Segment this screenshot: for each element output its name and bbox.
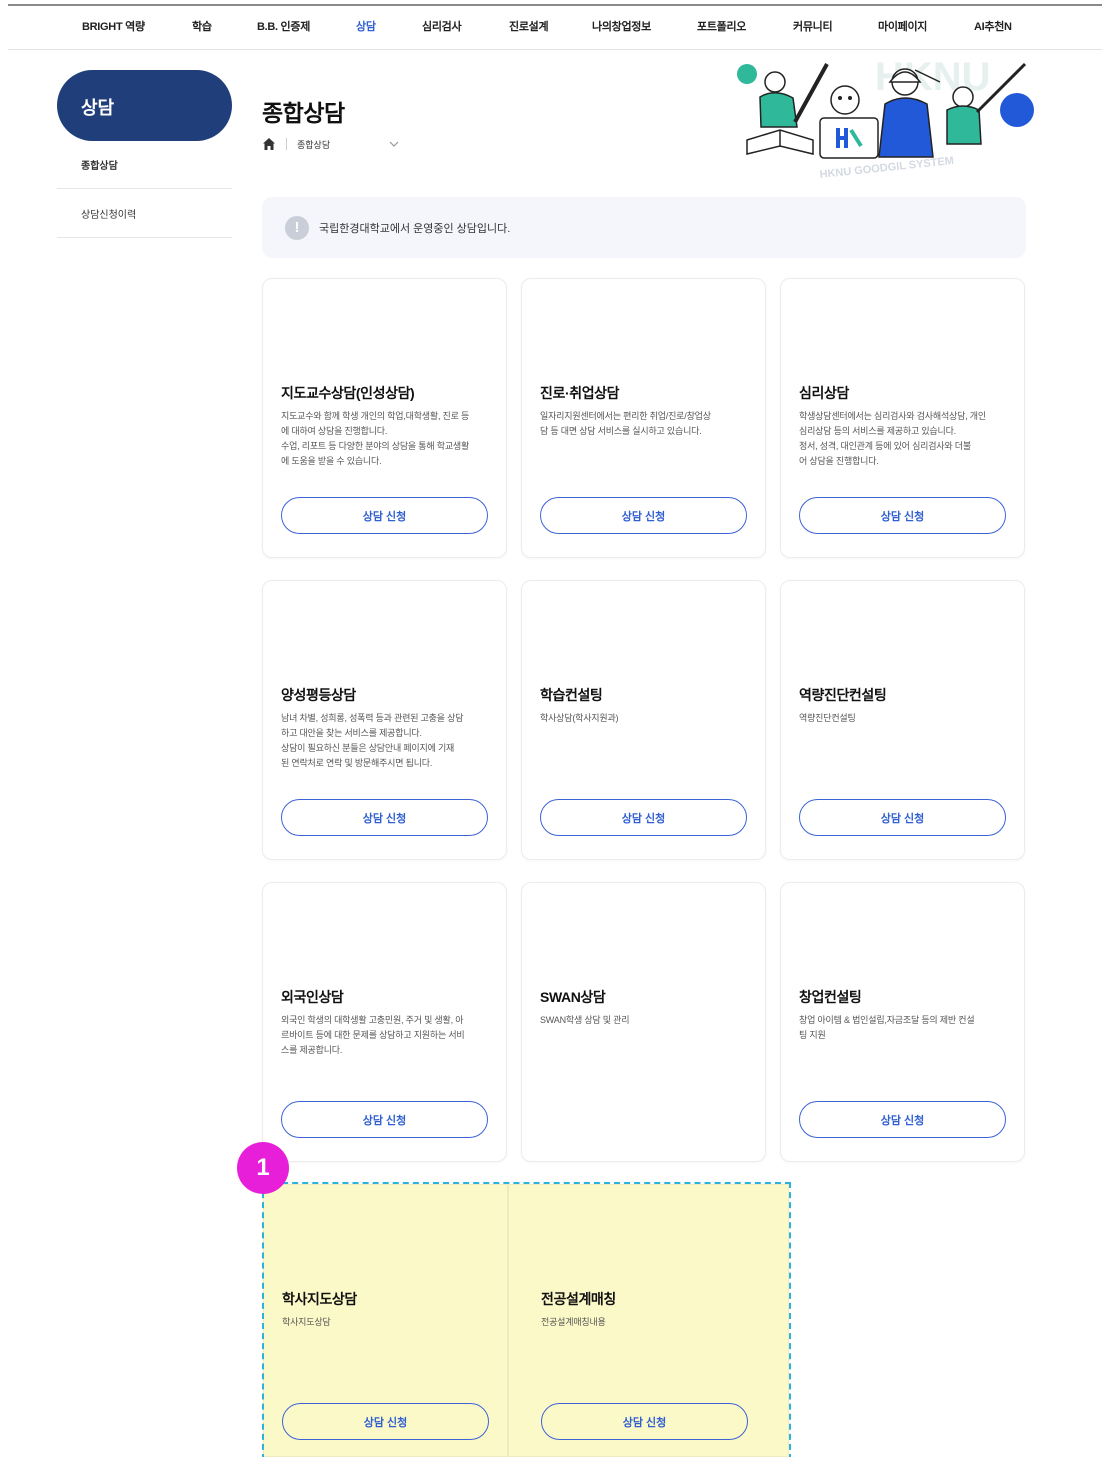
sidebar-title: 상담 <box>57 70 232 141</box>
card-title: SWAN상담 <box>540 989 606 1005</box>
nav-item-bright[interactable]: BRIGHT 역량 <box>82 18 145 34</box>
breadcrumb-current: 종합상담 <box>297 139 331 150</box>
exclamation-icon: ! <box>285 215 309 240</box>
chevron-down-icon[interactable] <box>389 140 399 148</box>
nav-item-study[interactable]: 학습 <box>192 18 212 34</box>
card-divider <box>508 1186 509 1457</box>
notice-banner: ! 국립한경대학교에서 운영중인 상담입니다. <box>262 197 1026 258</box>
nav-item-ai-recommend[interactable]: AI추천N <box>974 18 1012 34</box>
hero-illustration: HKNU HKNU GOODGIL SYSTEM <box>737 55 1034 181</box>
card-description: 학생상담센터에서는 심리검사와 검사해석상담, 개인 심리상담 등의 서비스를 … <box>799 411 986 466</box>
nav-item-psych-test[interactable]: 심리검사 <box>422 18 462 34</box>
card-advisor-counsel: 지도교수상담(인성상담) 지도교수와 함께 학생 개인의 학업,대학생활, 진로… <box>262 278 507 558</box>
card-title: 역량진단컨설팅 <box>799 687 887 703</box>
card-title: 전공설계매칭 <box>541 1291 616 1307</box>
nav-item-community[interactable]: 커뮤니티 <box>793 18 833 34</box>
home-icon[interactable] <box>262 137 276 151</box>
notice-text: 국립한경대학교에서 운영중인 상담입니다. <box>319 222 511 235</box>
card-title: 외국인상담 <box>281 989 344 1005</box>
card-description: 지도교수와 함께 학생 개인의 학업,대학생활, 진로 등 에 대하여 상담을 … <box>281 411 470 466</box>
card-description: 남녀 차별, 성희롱, 성폭력 등과 관련된 고충을 상담 하고 대안을 찾는 … <box>281 713 464 768</box>
card-description: 역량진단컨설팅 <box>799 713 856 723</box>
apply-button[interactable]: 상담 신청 <box>799 497 1006 534</box>
hero-caption: HKNU GOODGIL SYSTEM <box>819 155 954 181</box>
card-swan-counsel: SWAN상담 SWAN학생 상담 및 관리 <box>521 882 766 1162</box>
card-title: 학사지도상담 <box>282 1291 357 1307</box>
sidebar-item-general-counsel[interactable]: 종합상담 <box>57 157 232 189</box>
card-description: 학사지도상담 <box>282 1317 331 1327</box>
card-title: 진로·취업상담 <box>540 385 620 401</box>
sidebar-item-history[interactable]: 상담신청이력 <box>57 206 232 238</box>
apply-button[interactable]: 상담 신청 <box>281 497 488 534</box>
nav-item-counsel[interactable]: 상담 <box>356 18 376 34</box>
card-title: 지도교수상담(인성상담) <box>281 385 415 401</box>
apply-button[interactable]: 상담 신청 <box>282 1403 489 1440</box>
card-major-design-matching: 전공설계매칭 전공설계매칭내용 상담 신청 <box>508 1184 789 1457</box>
nav-item-portfolio[interactable]: 포트폴리오 <box>697 18 746 34</box>
annotation-marker: 1 <box>237 1142 289 1194</box>
card-foreigner-counsel: 외국인상담 외국인 학생의 대학생활 고충민원, 주거 및 생활, 아 르바이트… <box>262 882 507 1162</box>
card-description: 창업 아이템 & 법인설립,자금조달 등의 제반 컨설 팅 지원 <box>799 1015 975 1040</box>
card-career-counsel: 진로·취업상담 일자리지원센터에서는 편리한 취업/진로/창업상 담 등 대면 … <box>521 278 766 558</box>
card-description: 학사상담(학사지원과) <box>540 713 619 723</box>
card-title: 창업컨설팅 <box>799 989 862 1005</box>
breadcrumb: 종합상담 <box>262 134 399 154</box>
apply-button[interactable]: 상담 신청 <box>540 497 747 534</box>
apply-button[interactable]: 상담 신청 <box>540 799 747 836</box>
apply-button[interactable]: 상담 신청 <box>281 1101 488 1138</box>
card-description: SWAN학생 상담 및 관리 <box>540 1015 630 1025</box>
card-description: 전공설계매칭내용 <box>541 1317 606 1327</box>
card-psych-counsel: 심리상담 학생상담센터에서는 심리검사와 검사해석상담, 개인 심리상담 등의 … <box>780 278 1025 558</box>
card-startup-consulting: 창업컨설팅 창업 아이템 & 법인설립,자금조달 등의 제반 컨설 팅 지원 상… <box>780 882 1025 1162</box>
card-gender-equality-counsel: 양성평등상담 남녀 차별, 성희롱, 성폭력 등과 관련된 고충을 상담 하고 … <box>262 580 507 860</box>
nav-item-mypage[interactable]: 마이페이지 <box>878 18 927 34</box>
nav-item-bb-cert[interactable]: B.B. 인증제 <box>257 18 310 34</box>
top-navigation: BRIGHT 역량 학습 B.B. 인증제 상담 심리검사 진로설계 나의창업정… <box>8 6 1102 50</box>
card-title: 심리상담 <box>799 385 849 401</box>
card-title: 학습컨설팅 <box>540 687 603 703</box>
nav-item-startup[interactable]: 나의창업정보 <box>592 18 651 34</box>
page-title: 종합상담 <box>262 100 345 126</box>
card-academic-guidance: 학사지도상담 학사지도상담 상담 신청 <box>263 1184 508 1457</box>
nav-item-career[interactable]: 진로설계 <box>509 18 549 34</box>
apply-button[interactable]: 상담 신청 <box>541 1403 748 1440</box>
apply-button[interactable]: 상담 신청 <box>799 1101 1006 1138</box>
apply-button[interactable]: 상담 신청 <box>799 799 1006 836</box>
card-competency-consulting: 역량진단컨설팅 역량진단컨설팅 상담 신청 <box>780 580 1025 860</box>
card-description: 일자리지원센터에서는 편리한 취업/진로/창업상 담 등 대면 상담 서비스를 … <box>540 411 711 436</box>
breadcrumb-divider <box>286 138 287 150</box>
card-title: 양성평등상담 <box>281 687 356 703</box>
apply-button[interactable]: 상담 신청 <box>281 799 488 836</box>
card-learning-consulting: 학습컨설팅 학사상담(학사지원과) 상담 신청 <box>521 580 766 860</box>
card-description: 외국인 학생의 대학생활 고충민원, 주거 및 생활, 아 르바이트 등에 대한… <box>281 1015 465 1055</box>
